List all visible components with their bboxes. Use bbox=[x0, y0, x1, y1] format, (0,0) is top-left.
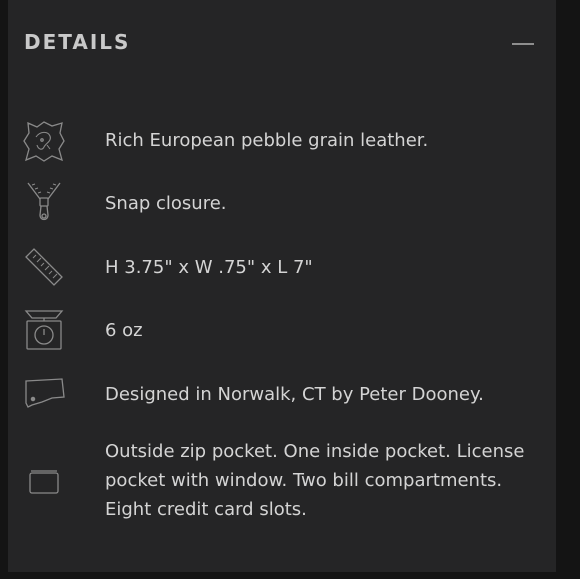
detail-text-origin: Designed in Norwalk, CT by Peter Dooney. bbox=[105, 384, 484, 405]
details-header[interactable]: DETAILS bbox=[24, 0, 534, 86]
detail-text-features: Outside zip pocket. One inside pocket. L… bbox=[105, 441, 525, 520]
detail-text-dimensions: H 3.75" x W .75" x L 7" bbox=[105, 257, 313, 278]
ruler-icon bbox=[22, 245, 66, 289]
details-panel: DETAILS Rich European pebble grain leath… bbox=[8, 0, 556, 572]
zipper-icon bbox=[22, 181, 66, 225]
pocket-icon bbox=[22, 459, 66, 503]
detail-text-weight: 6 oz bbox=[105, 320, 143, 341]
minus-icon bbox=[512, 43, 534, 45]
collapse-button[interactable] bbox=[512, 34, 534, 54]
section-title: DETAILS bbox=[24, 30, 131, 54]
leather-hide-icon bbox=[22, 119, 66, 163]
detail-text-material: Rich European pebble grain leather. bbox=[105, 130, 429, 151]
detail-text-closure: Snap closure. bbox=[105, 193, 227, 214]
connecticut-map-icon bbox=[22, 371, 66, 415]
scale-icon bbox=[22, 307, 66, 351]
